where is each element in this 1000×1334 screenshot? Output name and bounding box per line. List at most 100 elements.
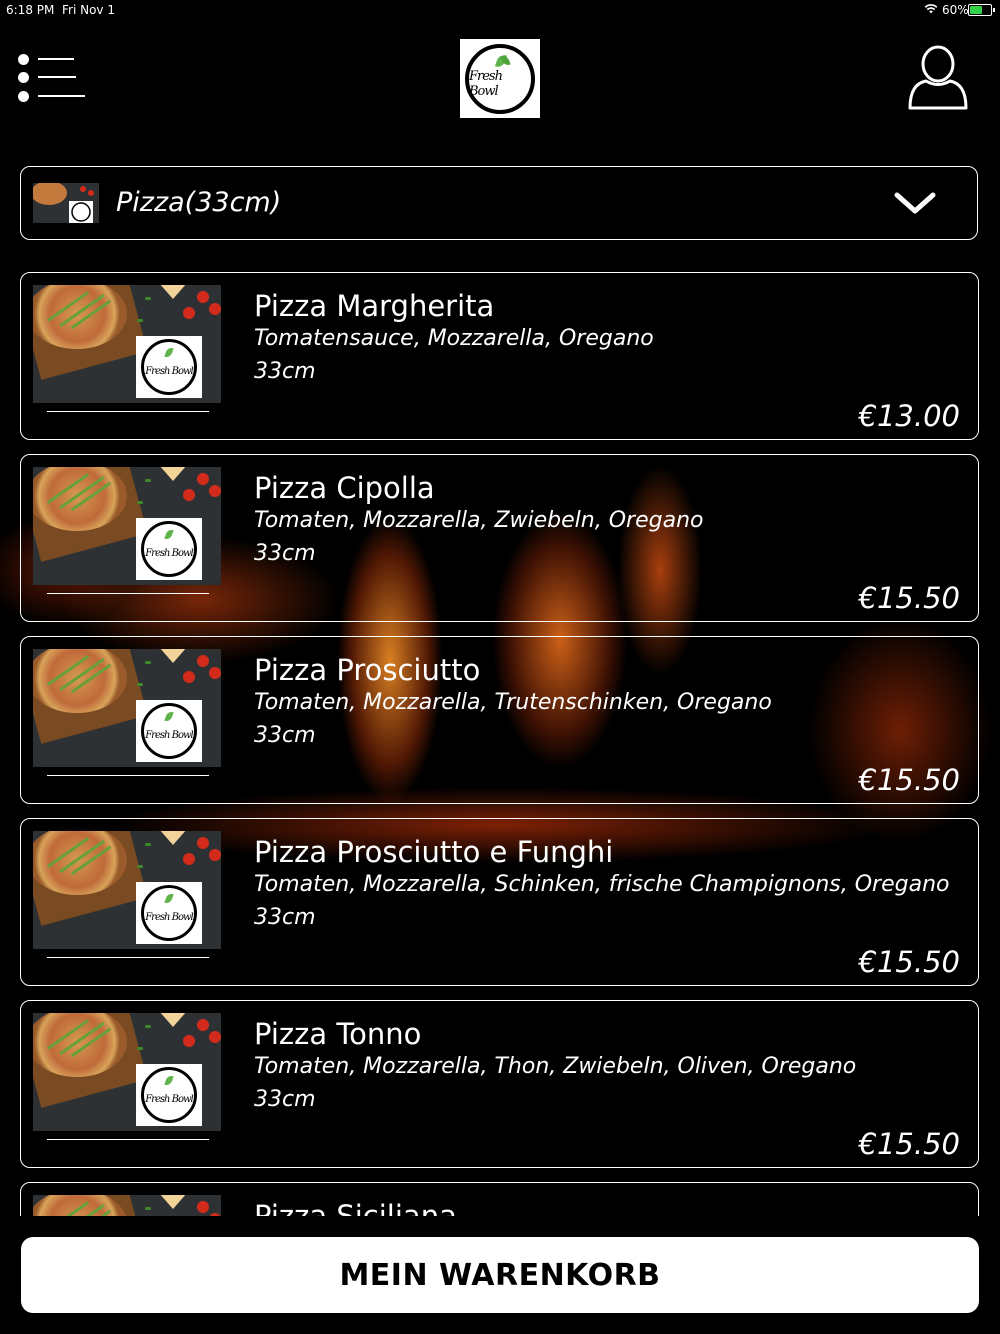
image-underline (47, 1139, 209, 1140)
category-dropdown[interactable]: Pizza(33cm) (20, 166, 978, 240)
logo-emblem: Fresh Bowl (141, 1067, 197, 1123)
battery-icon (968, 4, 995, 16)
product-size: 33cm (254, 723, 316, 748)
product-description: Tomaten, Mozzarella, Trutenschinken, Ore… (254, 690, 772, 715)
logo-text: Fresh Bowl (145, 911, 194, 923)
product-image-cheese (159, 1013, 187, 1027)
leaf-icon (164, 528, 174, 541)
product-card[interactable]: Fresh Bowl Pizza Prosciutto e Funghi Tom… (20, 818, 979, 986)
product-price: €15.50 (858, 945, 960, 979)
product-name: Pizza Cipolla (254, 471, 435, 505)
logo-text: Fresh Bowl (145, 547, 194, 559)
product-price: €15.50 (858, 581, 960, 615)
product-image-herb (145, 843, 151, 846)
product-card[interactable]: Fresh Bowl Pizza Tonno Tomaten, Mozzarel… (20, 1000, 979, 1168)
product-image-tomato (209, 485, 221, 497)
product-image: Fresh Bowl (33, 285, 221, 403)
product-image-tomato (209, 1031, 221, 1043)
logo-emblem: Fresh Bowl (141, 521, 197, 577)
brand-logo[interactable]: Fresh Bowl (460, 39, 540, 118)
product-image-tomato (183, 307, 195, 319)
product-image-cheese (159, 467, 187, 481)
product-name: Pizza Siciliana (254, 1199, 457, 1216)
status-bar: 6:18 PM Fri Nov 1 60% (0, 0, 1000, 22)
image-underline (47, 775, 209, 776)
product-image-logo: Fresh Bowl (136, 700, 202, 762)
product-image-cheese (159, 649, 187, 663)
logo-emblem: Fresh Bowl (141, 703, 197, 759)
product-image-logo: Fresh Bowl (136, 518, 202, 580)
product-price: €15.50 (858, 763, 960, 797)
product-image-tomato (209, 1213, 221, 1216)
menu-line (38, 58, 74, 60)
product-image-herb (145, 1207, 151, 1210)
product-image: Fresh Bowl (33, 1195, 221, 1216)
image-underline (47, 411, 209, 412)
product-card[interactable]: Fresh Bowl Pizza Cipolla Tomaten, Mozzar… (20, 454, 979, 622)
product-image-herb (145, 297, 151, 300)
status-time: 6:18 PM (6, 3, 55, 17)
product-image: Fresh Bowl (33, 1013, 221, 1131)
status-date: Fri Nov 1 (62, 3, 115, 17)
product-image-herb (145, 661, 151, 664)
chevron-down-icon[interactable] (893, 187, 937, 223)
category-thumbnail (31, 181, 99, 223)
menu-line (38, 95, 85, 97)
product-image-cheese (159, 1195, 187, 1209)
product-description: Tomatensauce, Mozzarella, Oregano (254, 326, 654, 351)
product-image-herb (145, 1025, 151, 1028)
list-menu-icon[interactable] (18, 52, 86, 104)
product-name: Pizza Prosciutto (254, 653, 481, 687)
product-name: Pizza Tonno (254, 1017, 422, 1051)
product-image-tomato (197, 655, 209, 667)
product-image-herb (137, 1047, 143, 1050)
product-image-herb (137, 501, 143, 504)
logo-text: Fresh Bowl (145, 365, 194, 377)
product-image-tomato (197, 473, 209, 485)
product-description: Tomaten, Mozzarella, Thon, Zwiebeln, Oli… (254, 1054, 857, 1079)
product-description: Tomaten, Mozzarella, Schinken, frische C… (254, 872, 950, 897)
image-underline (47, 957, 209, 958)
product-image-tomato (197, 837, 209, 849)
product-list[interactable]: Fresh Bowl Pizza Margherita Tomatensauce… (0, 272, 1000, 1216)
product-image-tomato (183, 1035, 195, 1047)
menu-dot (18, 72, 29, 83)
product-image-herb (137, 683, 143, 686)
wifi-icon (924, 3, 938, 17)
product-image-tomato (197, 1201, 209, 1213)
product-price: €15.50 (858, 1127, 960, 1161)
logo-text: Fresh Bowl (469, 68, 503, 99)
product-description: Tomaten, Mozzarella, Zwiebeln, Oregano (254, 508, 704, 533)
product-image-tomato (183, 853, 195, 865)
logo-text: Fresh Bowl (145, 729, 194, 741)
menu-dot (18, 54, 29, 65)
logo-emblem: Fresh Bowl (141, 885, 197, 941)
user-profile-icon[interactable] (906, 44, 970, 112)
product-image-tomato (197, 1019, 209, 1031)
battery-percent: 60% (942, 3, 969, 17)
leaf-icon (164, 710, 174, 723)
product-size: 33cm (254, 1087, 316, 1112)
product-image-cheese (159, 831, 187, 845)
product-image-herb (137, 319, 143, 322)
product-card[interactable]: Fresh Bowl Pizza Prosciutto Tomaten, Moz… (20, 636, 979, 804)
leaf-icon (164, 1074, 174, 1087)
cart-button[interactable]: MEIN WARENKORB (21, 1237, 979, 1313)
product-image-logo: Fresh Bowl (136, 336, 202, 398)
product-image-tomato (209, 303, 221, 315)
product-image: Fresh Bowl (33, 467, 221, 585)
product-image-tomato (197, 291, 209, 303)
product-image: Fresh Bowl (33, 649, 221, 767)
product-image-tomato (209, 667, 221, 679)
menu-line (38, 76, 76, 78)
logo-text: Fresh Bowl (145, 1093, 194, 1105)
product-image-cheese (159, 285, 187, 299)
product-card[interactable]: Fresh Bowl Pizza Margherita Tomatensauce… (20, 272, 979, 440)
product-image-tomato (209, 849, 221, 861)
product-card[interactable]: Fresh Bowl Pizza Siciliana (20, 1182, 979, 1216)
logo-emblem: Fresh Bowl (141, 339, 197, 395)
product-image-tomato (183, 489, 195, 501)
image-underline (47, 593, 209, 594)
product-image-herb (145, 479, 151, 482)
product-image-logo: Fresh Bowl (136, 882, 202, 944)
